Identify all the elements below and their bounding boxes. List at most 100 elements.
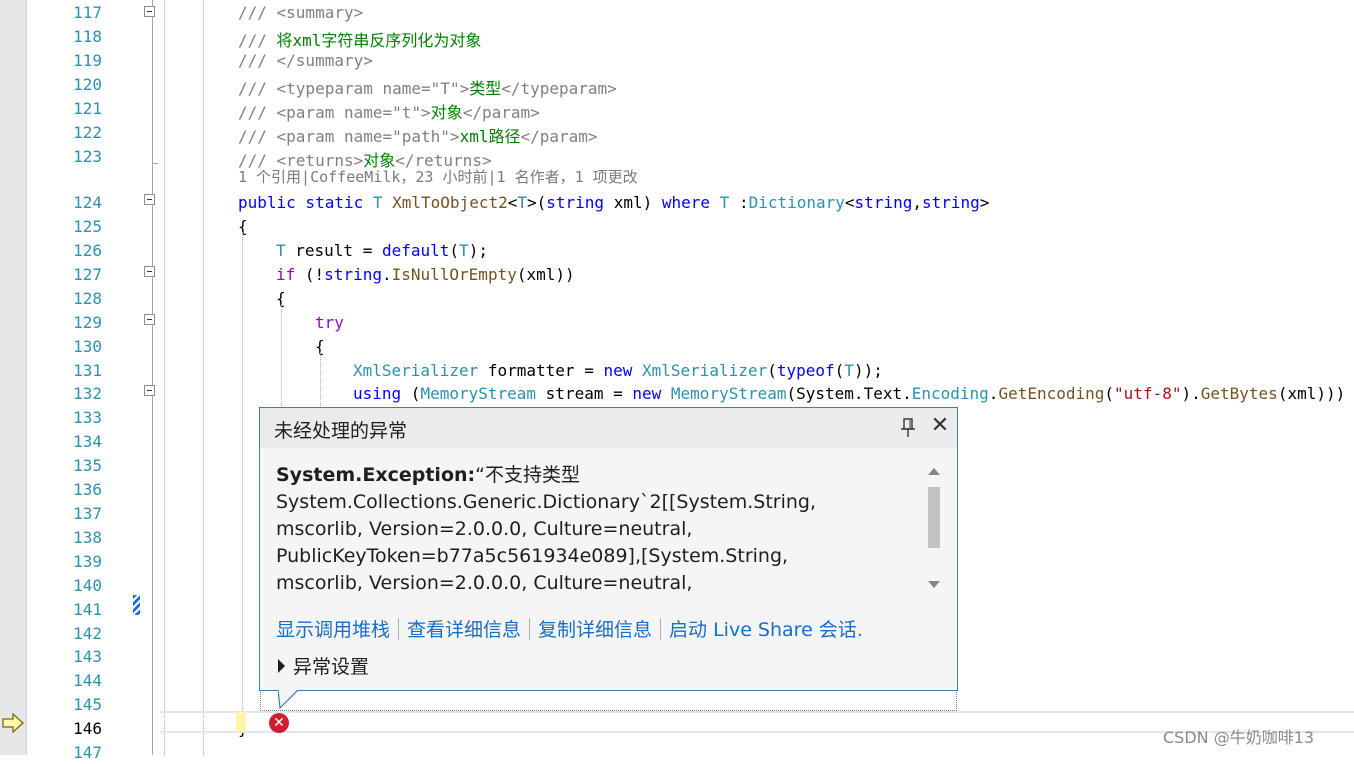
code-token: Encoding	[911, 384, 989, 403]
line-number: 139	[73, 552, 102, 571]
line-number: 140	[73, 576, 102, 595]
line-number: 128	[73, 289, 102, 308]
code-text[interactable]: if (!string.IsNullOrEmpty(xml))	[276, 265, 575, 284]
line-number: 129	[73, 313, 102, 332]
code-token: stream =	[545, 384, 633, 403]
line-number: 141	[73, 600, 102, 619]
code-token: T	[517, 193, 527, 212]
exception-settings-toggle[interactable]: 异常设置	[278, 652, 369, 679]
change-tracking-marker	[133, 595, 140, 615]
code-token: public static	[238, 193, 373, 212]
close-icon[interactable]: ✕	[929, 414, 951, 438]
code-token: Dictionary	[748, 193, 845, 212]
outline-end-tick	[152, 163, 158, 164]
code-token: using	[353, 384, 411, 403]
line-number: 144	[73, 671, 102, 690]
indent-guide	[242, 232, 243, 710]
scroll-up-icon[interactable]	[928, 468, 940, 475]
code-token: string	[854, 193, 913, 212]
code-token: xml)	[613, 193, 662, 212]
line-number: 143	[73, 647, 102, 666]
code-text[interactable]: XmlSerializer formatter = new XmlSeriali…	[353, 361, 883, 380]
link-separator	[660, 618, 662, 640]
code-token: /// </summary>	[238, 51, 373, 70]
view-details-link[interactable]: 查看详细信息	[407, 619, 521, 641]
link-separator	[529, 618, 531, 640]
code-token: (	[767, 361, 777, 380]
code-token: XmlToObject2	[392, 193, 508, 212]
line-number: 118	[73, 27, 102, 46]
line-number: 132	[73, 384, 102, 403]
collapse-button[interactable]	[144, 6, 155, 17]
code-token: MemoryStream	[420, 384, 546, 403]
popup-pointer	[278, 689, 298, 709]
code-token: (xml)))	[1277, 384, 1346, 403]
code-token: formatter =	[487, 361, 604, 380]
code-token: .	[988, 384, 999, 403]
line-number: 130	[73, 337, 102, 356]
code-token: <	[844, 193, 855, 212]
line-number: 121	[73, 99, 102, 118]
code-text[interactable]: T result = default(T);	[276, 241, 488, 260]
code-token: T	[719, 193, 739, 212]
message-line: System.Collections.Generic.Dictionary`2[…	[276, 491, 817, 513]
code-token: T	[844, 361, 854, 380]
code-token: GetBytes	[1200, 384, 1278, 403]
live-share-link[interactable]: 启动 Live Share 会话.	[669, 619, 863, 641]
code-token: (	[449, 241, 460, 260]
message-line: PublicKeyToken=b77a5c561934e089],[System…	[276, 545, 789, 567]
code-token: result =	[295, 241, 382, 260]
line-number: 146	[73, 719, 102, 738]
scrollbar-thumb[interactable]	[928, 487, 940, 548]
indent-guide	[320, 352, 321, 408]
error-icon[interactable]: ✕	[269, 713, 289, 733]
line-number: 138	[73, 528, 102, 547]
copy-details-link[interactable]: 复制详细信息	[538, 619, 652, 641]
line-number: 125	[73, 217, 102, 236]
execution-pointer-icon	[2, 713, 24, 733]
pin-icon[interactable]	[900, 418, 916, 438]
code-token: >	[979, 193, 990, 212]
code-token: (!	[304, 265, 325, 284]
code-token: new	[632, 384, 671, 403]
collapse-button[interactable]	[144, 385, 155, 396]
code-token: string	[546, 193, 614, 212]
watermark: CSDN @牛奶咖啡13	[1163, 728, 1315, 747]
scroll-down-icon[interactable]	[928, 581, 940, 588]
code-text[interactable]: public static T XmlToObject2<T>(string x…	[238, 193, 989, 212]
code-token: XmlSerializer	[353, 361, 488, 380]
collapse-button[interactable]	[144, 194, 155, 205]
code-token: typeof	[776, 361, 835, 380]
codelens-info[interactable]: 1 个引用|CoffeeMilk，23 小时前|1 名作者，1 项更改	[238, 166, 638, 187]
show-call-stack-link[interactable]: 显示调用堆栈	[276, 619, 390, 641]
code-token: GetEncoding	[998, 384, 1105, 403]
line-number: 145	[73, 695, 102, 714]
code-token: string	[921, 193, 980, 212]
line-number: 120	[73, 75, 102, 94]
indent-guide	[164, 0, 165, 755]
line-number: 133	[73, 408, 102, 427]
code-text[interactable]: using (MemoryStream stream = new MemoryS…	[353, 384, 1345, 403]
code-token: if	[276, 265, 305, 284]
indent-guide	[203, 0, 204, 755]
expand-triangle-icon	[278, 659, 285, 673]
line-number: 124	[73, 193, 102, 212]
code-token: ));	[853, 361, 883, 380]
code-token: (	[834, 361, 845, 380]
line-number: 134	[73, 432, 102, 451]
code-text[interactable]: /// </summary>	[238, 51, 373, 70]
exception-links: 显示调用堆栈 查看详细信息 复制详细信息 启动 Live Share 会话.	[276, 615, 863, 642]
collapse-button[interactable]	[144, 314, 155, 325]
code-token: try	[315, 313, 344, 332]
code-text[interactable]: /// <summary>	[238, 3, 363, 22]
brace-match-highlight	[236, 712, 246, 732]
message-line: “不支持类型	[475, 464, 580, 486]
code-token: where	[661, 193, 720, 212]
exception-settings-label: 异常设置	[293, 656, 370, 678]
popup-title: 未经处理的异常	[274, 420, 408, 442]
collapse-button[interactable]	[144, 266, 155, 277]
code-token: XmlSerializer	[641, 361, 768, 380]
code-text[interactable]: try	[315, 313, 344, 332]
code-token: T	[276, 241, 296, 260]
code-token: :	[738, 193, 749, 212]
